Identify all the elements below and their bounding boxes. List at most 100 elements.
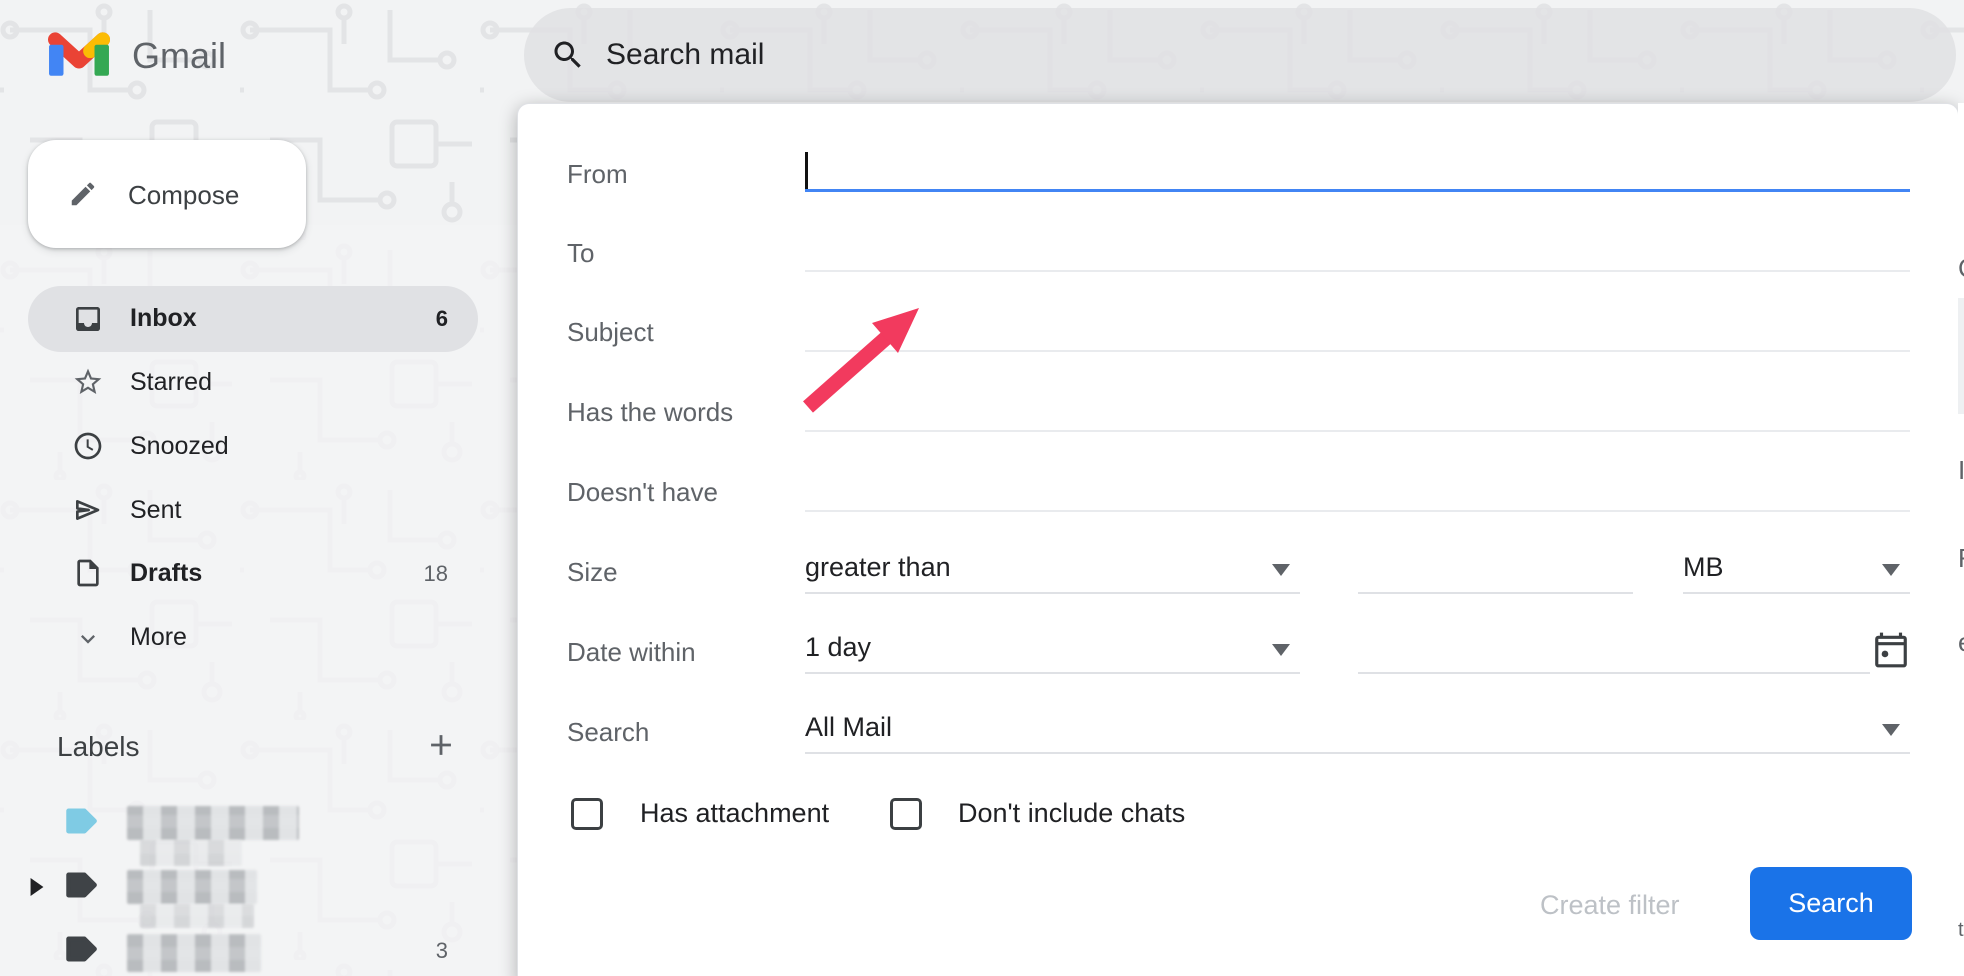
date-range-select[interactable]: 1 day	[805, 624, 1300, 674]
search-input-placeholder: Search mail	[606, 36, 764, 74]
calendar-icon	[1872, 657, 1910, 674]
date-value-input[interactable]	[1358, 624, 1870, 674]
search-button-label: Search	[1788, 888, 1874, 919]
sidebar-item-label: Snoozed	[130, 429, 229, 463]
dont-include-chats-label[interactable]: Don't include chats	[958, 796, 1185, 830]
add-label-button[interactable]	[424, 728, 464, 768]
date-range-value: 1 day	[805, 630, 871, 664]
doesnt-have-label: Doesn't have	[567, 476, 718, 508]
from-input[interactable]	[805, 140, 1910, 192]
text-cursor	[805, 152, 808, 190]
has-words-underline	[805, 430, 1910, 432]
search-submit-button[interactable]: Search	[1750, 867, 1912, 940]
draft-icon	[72, 557, 104, 594]
to-underline	[805, 270, 1910, 272]
gmail-screen: Gmail Compose Inbox 6 Starred	[0, 0, 1964, 976]
sidebar-item-snoozed[interactable]: Snoozed	[28, 414, 478, 478]
label-row[interactable]	[28, 790, 478, 854]
create-filter-button[interactable]: Create filter	[1540, 888, 1680, 922]
gmail-wordmark: Gmail	[132, 35, 226, 77]
expander-arrow-icon[interactable]	[30, 878, 44, 901]
label-count: 3	[408, 936, 448, 966]
sidebar-item-drafts[interactable]: Drafts 18	[28, 541, 478, 605]
sidebar-item-inbox[interactable]: Inbox 6	[28, 286, 478, 352]
sidebar-item-more[interactable]: More	[28, 605, 478, 669]
compose-button[interactable]: Compose	[28, 140, 306, 248]
label-tag-icon	[64, 934, 98, 969]
subject-underline	[805, 350, 1910, 352]
clipped-glyph: C	[1958, 253, 1964, 284]
search-mail-bar[interactable]: Search mail	[524, 8, 1956, 102]
dropdown-arrow-icon	[1272, 644, 1290, 656]
size-unit-select[interactable]: MB	[1683, 544, 1910, 594]
sliver-row-band	[1958, 298, 1964, 414]
has-words-input[interactable]	[805, 380, 1910, 432]
date-value-underline	[1358, 672, 1870, 674]
search-scope-underline	[805, 752, 1910, 754]
search-scope-label: Search	[567, 716, 649, 748]
redacted-label-text	[127, 806, 299, 840]
has-attachment-label[interactable]: Has attachment	[640, 796, 829, 830]
dropdown-arrow-icon	[1882, 564, 1900, 576]
size-unit-underline	[1683, 592, 1910, 594]
star-icon	[72, 366, 104, 403]
redacted-label-text	[127, 870, 257, 904]
checkbox-box	[890, 798, 922, 830]
sidebar-item-label: Sent	[130, 493, 181, 527]
size-value-underline	[1358, 592, 1633, 594]
redacted-label-text	[127, 934, 261, 972]
size-operator-value: greater than	[805, 550, 951, 584]
inbox-icon	[72, 303, 104, 340]
date-picker-button[interactable]	[1872, 630, 1912, 672]
clipped-glyph: F	[1958, 543, 1964, 574]
background-content-sliver: C I F e t	[1958, 103, 1964, 976]
has-attachment-checkbox[interactable]	[571, 798, 603, 830]
sidebar-item-label: More	[130, 620, 187, 654]
sidebar-item-label: Inbox	[130, 301, 197, 335]
from-label: From	[567, 158, 628, 190]
clipped-glyph: t	[1958, 919, 1964, 942]
size-unit-value: MB	[1683, 550, 1724, 584]
from-underline	[805, 189, 1910, 192]
has-words-label: Has the words	[567, 396, 733, 428]
dropdown-arrow-icon	[1272, 564, 1290, 576]
to-label: To	[567, 237, 594, 269]
drafts-count: 18	[408, 559, 448, 589]
date-within-label: Date within	[567, 636, 696, 668]
clock-icon	[72, 430, 104, 467]
send-icon	[72, 494, 104, 531]
gmail-m-icon	[48, 30, 110, 81]
plus-icon	[424, 749, 458, 766]
size-operator-underline	[805, 592, 1300, 594]
clipped-glyph: I	[1958, 455, 1964, 486]
sidebar-item-sent[interactable]: Sent	[28, 478, 478, 542]
dropdown-arrow-icon	[1882, 724, 1900, 736]
search-icon	[550, 37, 586, 78]
label-tag-icon	[64, 806, 98, 841]
to-input[interactable]	[805, 220, 1910, 272]
doesnt-have-underline	[805, 510, 1910, 512]
dont-include-chats-checkbox[interactable]	[890, 798, 922, 830]
annotation-arrow-icon	[788, 295, 938, 420]
size-label: Size	[567, 556, 618, 588]
size-operator-select[interactable]: greater than	[805, 544, 1300, 594]
doesnt-have-input[interactable]	[805, 460, 1910, 512]
gmail-logo[interactable]: Gmail	[48, 30, 226, 81]
pencil-icon	[68, 179, 98, 214]
labels-heading: Labels	[57, 728, 140, 766]
label-row[interactable]	[28, 854, 478, 918]
chevron-down-icon	[74, 625, 102, 658]
sidebar-item-label: Starred	[130, 365, 212, 399]
label-tag-icon	[64, 870, 98, 905]
search-scope-value: All Mail	[805, 710, 892, 744]
clipped-glyph: e	[1958, 627, 1964, 658]
checkbox-box	[571, 798, 603, 830]
label-row[interactable]: 3	[28, 918, 478, 976]
size-value-input[interactable]	[1358, 544, 1633, 594]
subject-label: Subject	[567, 316, 654, 348]
search-scope-select[interactable]: All Mail	[805, 704, 1910, 754]
unread-count: 6	[408, 304, 448, 334]
sidebar-item-label: Drafts	[130, 556, 202, 590]
subject-input[interactable]	[805, 300, 1910, 352]
sidebar-item-starred[interactable]: Starred	[28, 350, 478, 414]
